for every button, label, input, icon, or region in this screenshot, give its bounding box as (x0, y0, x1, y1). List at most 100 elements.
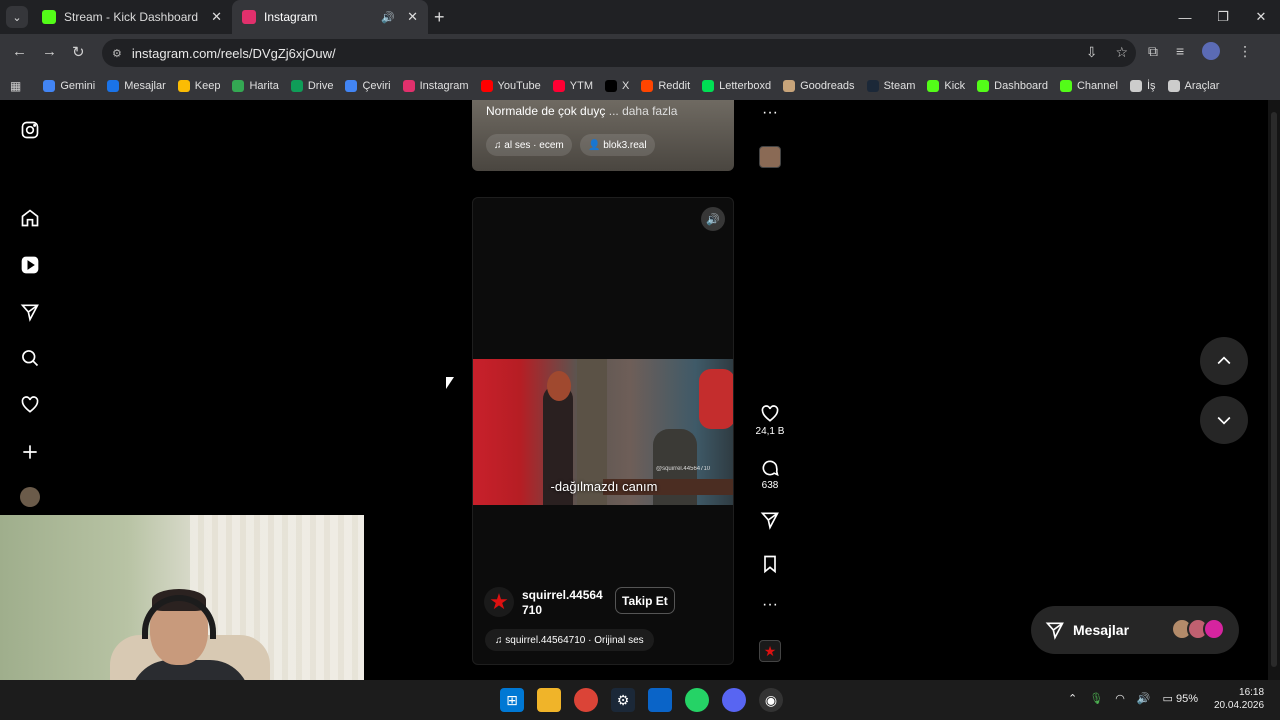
bookmark-item[interactable]: Gemini (43, 80, 95, 92)
next-reel-button[interactable] (1200, 396, 1248, 444)
chevron-up-icon[interactable]: ⌃ (1068, 692, 1077, 705)
bookmark-favicon-icon (977, 80, 990, 92)
prev-audio-thumbnail[interactable] (759, 146, 781, 168)
start-icon[interactable]: ⊞ (500, 688, 524, 712)
bookmark-item[interactable]: Drive (290, 80, 333, 92)
bookmark-item[interactable]: Dashboard (977, 80, 1048, 92)
speaker-icon[interactable]: 🔊 (381, 11, 395, 24)
reading-list-icon[interactable]: ≡ (1176, 43, 1184, 59)
author-avatar[interactable]: ★ (484, 587, 514, 617)
like-button[interactable]: 24,1 B (750, 404, 790, 437)
outlook-icon[interactable] (648, 688, 672, 712)
install-icon[interactable]: ⇩ (1086, 44, 1098, 61)
tab-kick-dashboard[interactable]: Stream - Kick Dashboard ✕ (32, 0, 232, 34)
like-count: 24,1 B (755, 426, 785, 437)
profile-avatar[interactable] (1202, 42, 1221, 60)
sound-icon[interactable]: 🔊 (701, 207, 725, 231)
bookmark-item[interactable]: Reddit (641, 80, 690, 92)
bookmark-item[interactable]: YTM (552, 80, 593, 92)
file-explorer-icon[interactable] (537, 688, 561, 712)
bookmark-item[interactable]: İş (1129, 80, 1156, 92)
bookmarks-bar: ▦ Gemini Mesajlar Keep Harita Drive Çeviri Ins… (0, 72, 1280, 100)
menu-icon[interactable]: ⋮ (1238, 43, 1252, 60)
bookmark-item[interactable]: Letterboxd (702, 80, 771, 92)
apps-grid-icon[interactable]: ▦ (10, 79, 21, 93)
scrollbar-thumb[interactable] (1271, 112, 1277, 667)
close-icon[interactable]: ✕ (211, 9, 222, 25)
bookmark-item[interactable]: Keep (177, 80, 220, 92)
whatsapp-icon[interactable] (685, 688, 709, 712)
home-icon[interactable] (20, 208, 40, 228)
star-icon[interactable]: ☆ (1115, 44, 1128, 61)
restore-icon[interactable]: ❐ (1204, 0, 1242, 34)
obs-icon[interactable]: ◉ (759, 688, 783, 712)
close-window-icon[interactable]: ✕ (1242, 0, 1280, 34)
author-username[interactable]: squirrel.44564710 (522, 588, 608, 618)
chrome-icon[interactable] (574, 688, 598, 712)
create-plus-icon[interactable] (20, 442, 40, 462)
tab-search-icon[interactable]: ⌄ (6, 6, 28, 28)
new-tab-button[interactable]: + (434, 7, 445, 28)
audio-thumbnail[interactable]: ★ (759, 640, 781, 662)
previous-reel-button[interactable] (1200, 337, 1248, 385)
follow-button[interactable]: Takip Et (615, 587, 675, 614)
clock[interactable]: 16:18 20.04.2026 (1214, 686, 1264, 712)
bookmark-item[interactable]: Instagram (402, 80, 469, 92)
previous-reel[interactable]: Normalde de çok duyç ... daha fazla ♫ al… (472, 100, 734, 171)
audio-pill[interactable]: ♫ al ses · ecem (486, 134, 572, 156)
bookmark-favicon-icon (402, 80, 415, 92)
extensions-icon[interactable]: ⧉ (1148, 43, 1158, 60)
video-person-red (699, 369, 733, 429)
steam-icon[interactable]: ⚙ (611, 688, 635, 712)
bookmark-item[interactable]: Mesajlar (107, 80, 166, 92)
bookmark-label: YTM (569, 80, 593, 92)
back-icon[interactable]: ← (12, 43, 27, 60)
bookmark-item[interactable]: Kick (927, 80, 965, 92)
user-pill[interactable]: 👤 blok3.real (580, 134, 655, 156)
bookmark-item[interactable]: Araçlar (1167, 80, 1219, 92)
bookmark-item[interactable]: Channel (1059, 80, 1118, 92)
site-info-icon[interactable]: ⚙ (112, 47, 122, 60)
send-icon[interactable] (20, 302, 40, 322)
more-options-icon[interactable]: ··· (750, 104, 790, 122)
reload-icon[interactable]: ↻ (72, 43, 85, 61)
heart-icon[interactable] (20, 395, 40, 415)
minimize-icon[interactable]: — (1166, 0, 1204, 34)
discord-icon[interactable] (722, 688, 746, 712)
search-icon[interactable] (20, 348, 40, 368)
more-link[interactable]: ... daha fazla (609, 104, 678, 118)
more-options-icon[interactable]: ··· (750, 596, 790, 614)
reels-icon[interactable] (20, 255, 40, 275)
wifi-icon[interactable]: ◠ (1115, 692, 1125, 705)
page-scrollbar[interactable] (1268, 100, 1280, 680)
address-bar[interactable]: ⚙ instagram.com/reels/DVgZj6xjOuw/ ⇩ ☆ (102, 39, 1136, 67)
close-icon[interactable]: ✕ (407, 9, 418, 25)
bookmark-item[interactable]: Çeviri (345, 80, 391, 92)
bookmark-item[interactable]: Goodreads (783, 80, 855, 92)
volume-icon[interactable]: 🔊 (1137, 692, 1151, 705)
bookmark-item[interactable]: Harita (232, 80, 279, 92)
bookmark-item[interactable]: YouTube (480, 80, 541, 92)
tab-instagram[interactable]: Instagram 🔊 ✕ (232, 0, 428, 34)
forward-icon[interactable]: → (42, 43, 57, 60)
reel-video[interactable]: 🔊 @squirrel.44564710 -dağılmazdı canım ★… (472, 197, 734, 665)
bookmark-favicon-icon (641, 80, 654, 92)
video-subtitle: -dağılmazdı canım (550, 479, 658, 494)
bookmark-label: X (622, 80, 630, 92)
save-button[interactable] (750, 554, 790, 576)
bookmark-item[interactable]: X (605, 80, 629, 92)
profile-avatar[interactable] (20, 487, 40, 507)
microphone-icon[interactable]: 🎙 (1089, 692, 1103, 705)
comment-button[interactable]: 638 (750, 458, 790, 491)
video-frame[interactable]: @squirrel.44564710 -dağılmazdı canım (473, 359, 733, 505)
bookmark-label: Reddit (658, 80, 691, 92)
audio-pill[interactable]: ♫ squirrel.44564710 · Orijinal ses (485, 629, 654, 651)
instagram-logo-icon[interactable] (20, 120, 40, 140)
battery-status[interactable]: ▭ 95% (1163, 692, 1199, 705)
bookmark-item[interactable]: Steam (866, 80, 915, 92)
reel-caption[interactable]: Normalde de çok duyç ... daha fazla (486, 104, 677, 118)
tab-label: Stream - Kick Dashboard (64, 10, 199, 24)
messages-button[interactable]: Mesajlar (1031, 606, 1239, 654)
reel-author[interactable]: ★ squirrel.44564710 (484, 587, 608, 618)
share-button[interactable] (750, 510, 790, 532)
